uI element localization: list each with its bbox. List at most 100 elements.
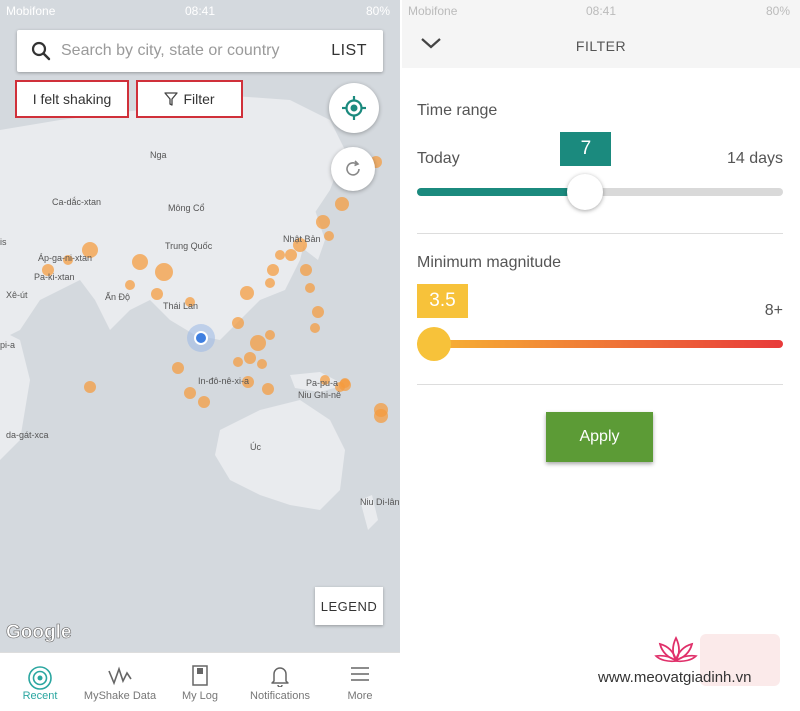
- legend-button[interactable]: LEGEND: [315, 587, 383, 625]
- quake-marker[interactable]: [84, 381, 96, 393]
- quake-marker[interactable]: [324, 231, 334, 241]
- search-placeholder[interactable]: Search by city, state or country: [61, 42, 279, 60]
- map-screen: Ca-dắc-xtan Mông Cổ Nga Trung Quốc Nhật Bản Á…: [0, 0, 400, 711]
- map-label: da-gát-xca: [6, 430, 49, 440]
- quake-marker[interactable]: [132, 254, 148, 270]
- map-label: Xê-út: [6, 290, 28, 300]
- battery-label: 80%: [765, 4, 790, 18]
- map-label: Niu Ghi-nê: [298, 390, 342, 400]
- quake-marker[interactable]: [262, 383, 274, 395]
- felt-shaking-label: I felt shaking: [32, 91, 112, 107]
- current-location-marker: [187, 324, 215, 352]
- quake-marker[interactable]: [244, 352, 256, 364]
- quake-marker[interactable]: [340, 378, 350, 388]
- magnitude-title: Minimum magnitude: [417, 254, 562, 271]
- my-log-icon: [191, 665, 209, 692]
- apply-button[interactable]: Apply: [546, 412, 653, 462]
- quake-marker[interactable]: [233, 357, 243, 367]
- quake-marker[interactable]: [250, 335, 266, 351]
- clock: 08:41: [184, 4, 216, 18]
- bell-icon: [270, 665, 290, 692]
- tab-label: Recent: [22, 690, 58, 702]
- tab-label: Notifications: [250, 690, 310, 702]
- map-label: pi-a: [0, 340, 16, 350]
- magnitude-value-badge: 3.5: [417, 284, 468, 318]
- my-location-button[interactable]: [329, 83, 379, 133]
- status-bar: Mobifone 08:41 80%: [0, 0, 400, 22]
- tab-bar: Recent MyShake Data My Log Notifications…: [0, 652, 400, 711]
- tab-my-log[interactable]: My Log: [160, 653, 240, 711]
- quake-marker[interactable]: [312, 306, 324, 318]
- quake-marker[interactable]: [374, 409, 388, 423]
- clock: 08:41: [585, 4, 617, 18]
- quake-marker[interactable]: [184, 387, 196, 399]
- quake-marker[interactable]: [257, 359, 267, 369]
- filter-screen: Mobifone 08:41 80% FILTER Time range Tod…: [402, 0, 800, 711]
- refresh-icon: [343, 159, 363, 179]
- quake-marker[interactable]: [335, 197, 349, 211]
- quake-marker[interactable]: [285, 249, 297, 261]
- search-icon: [31, 41, 51, 66]
- map-label: Niu Di-lân: [360, 497, 400, 507]
- map-label: Nga: [150, 150, 167, 160]
- map-label: Nhật Bản: [283, 234, 321, 244]
- quake-marker[interactable]: [172, 362, 184, 374]
- magnitude-max-label: 8+: [764, 302, 783, 319]
- magnitude-slider[interactable]: [417, 340, 783, 348]
- felt-shaking-button[interactable]: I felt shaking: [15, 80, 129, 118]
- map-label: Pa-pu-a: [306, 378, 339, 388]
- quake-marker[interactable]: [265, 278, 275, 288]
- quake-marker[interactable]: [265, 330, 275, 340]
- refresh-button[interactable]: [331, 147, 375, 191]
- quake-marker[interactable]: [310, 323, 320, 333]
- watermark-text: www.meovatgiadinh.vn: [598, 669, 752, 686]
- quake-marker[interactable]: [275, 250, 285, 260]
- map-label: Trung Quốc: [165, 241, 213, 251]
- quake-marker[interactable]: [198, 396, 210, 408]
- divider: [417, 233, 783, 234]
- google-logo: Google: [6, 622, 72, 644]
- quake-marker[interactable]: [155, 263, 173, 281]
- map-label: In-đô-nê-xi-a: [198, 376, 250, 386]
- filter-header: FILTER: [402, 22, 800, 68]
- time-range-title: Time range: [417, 102, 498, 119]
- map-label: Pa-ki-xtan: [34, 272, 75, 282]
- map-label: Ca-dắc-xtan: [52, 197, 102, 207]
- status-bar: Mobifone 08:41 80%: [402, 0, 800, 22]
- map-label: Úc: [250, 442, 261, 452]
- quake-marker[interactable]: [267, 264, 279, 276]
- filter-icon: [164, 92, 179, 106]
- battery-label: 80%: [365, 4, 390, 18]
- tab-more[interactable]: More: [320, 653, 400, 711]
- menu-icon: [349, 665, 371, 688]
- list-button[interactable]: LIST: [331, 42, 367, 60]
- quake-marker[interactable]: [151, 288, 163, 300]
- map-label: Mông Cổ: [168, 203, 205, 213]
- time-range-max-label: 14 days: [726, 150, 783, 167]
- time-range-thumb[interactable]: [567, 174, 604, 210]
- map-label: Áp-ga-ni-xtan: [38, 253, 93, 263]
- crosshair-icon: [341, 95, 367, 121]
- filter-button[interactable]: Filter: [136, 80, 243, 118]
- time-range-value-badge: 7: [560, 132, 612, 166]
- tab-myshake-data[interactable]: MyShake Data: [80, 653, 160, 711]
- tab-label: More: [347, 690, 373, 702]
- quake-marker[interactable]: [316, 215, 330, 229]
- quake-marker[interactable]: [125, 280, 135, 290]
- tab-recent[interactable]: Recent: [0, 653, 80, 711]
- myshake-data-icon: [107, 665, 133, 692]
- map-label: Thái Lan: [163, 301, 199, 311]
- tab-label: MyShake Data: [83, 690, 157, 702]
- quake-marker[interactable]: [300, 264, 312, 276]
- magnitude-thumb[interactable]: [417, 327, 451, 361]
- divider: [417, 384, 783, 385]
- quake-marker[interactable]: [232, 317, 244, 329]
- quake-marker[interactable]: [305, 283, 315, 293]
- time-range-fill: [417, 188, 586, 196]
- map-label: Ấn Độ: [105, 292, 131, 302]
- time-range-min-label: Today: [417, 150, 460, 167]
- quake-marker[interactable]: [240, 286, 254, 300]
- map-label: is: [0, 237, 7, 247]
- tab-notifications[interactable]: Notifications: [240, 653, 320, 711]
- search-bar[interactable]: Search by city, state or country LIST: [17, 30, 383, 72]
